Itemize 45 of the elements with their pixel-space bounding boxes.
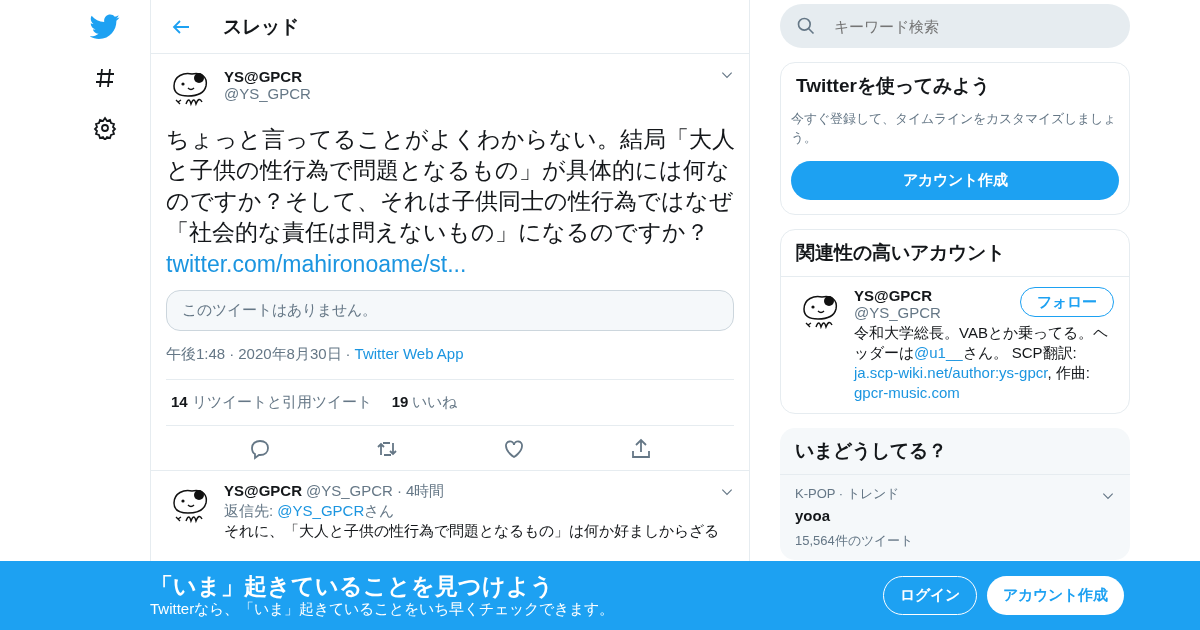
trend-name[interactable]: yooa [795, 507, 1115, 524]
tweet-text: それに、「大人と子供の性行為で問題となるもの」は何か好ましからざる [224, 522, 720, 541]
reply-suffix: さん [364, 502, 395, 519]
card-title: 関連性の高いアカウント [781, 230, 1129, 277]
bio-link[interactable]: @u1__ [914, 344, 963, 361]
trend-context: K-POP · トレンド [795, 485, 899, 503]
banner-subtitle: Twitterなら、「いま」起きていることをいち早くチェックできます。 [150, 600, 616, 619]
search-icon [796, 16, 816, 36]
sign-up-button[interactable]: アカウント作成 [987, 576, 1124, 615]
bio-link[interactable]: gpcr-music.com [854, 384, 960, 401]
user-handle[interactable]: @YS_GPCR [224, 85, 710, 102]
separator-dot: · [229, 345, 235, 364]
tweet-link[interactable]: twitter.com/mahironoame/st... [166, 248, 734, 280]
user-name[interactable]: YS@GPCR [854, 287, 941, 304]
separator-dot: · [345, 345, 351, 364]
separator-dot: · [396, 481, 402, 501]
search-field[interactable]: キーワード検索 [780, 4, 1130, 48]
card-title: いまどうしてる？ [780, 428, 1130, 475]
tweet-time[interactable]: 午後1:48 [166, 345, 226, 364]
tweet-text: ちょっと言ってることがよくわからない。結局「大人と子供の性行為で問題となるもの」が具体的には何なのですか？そして、それは子供同士の性行為ではなぜ「社会的な責任は問えないもの」になるのですか？ [166, 126, 736, 247]
hashtag-icon[interactable] [93, 66, 117, 90]
page-title: スレッド [223, 14, 299, 39]
follow-button[interactable]: フォロー [1020, 287, 1114, 317]
user-name[interactable]: YS@GPCR [224, 481, 302, 501]
user-handle[interactable]: @YS_GPCR [854, 304, 941, 321]
card-text: 今すぐ登録して、タイムラインをカスタマイズしましょう。 [790, 110, 1117, 147]
tweet-time[interactable]: 4時間 [405, 481, 445, 501]
user-handle[interactable]: @YS_GPCR [306, 481, 393, 501]
tweet-stat[interactable]: 19 いいね [391, 393, 458, 412]
tweet-stat[interactable]: 14 リツイートと引用ツイート [171, 393, 372, 412]
bird-logo-icon[interactable] [90, 14, 120, 40]
settings-icon[interactable] [93, 116, 117, 140]
reply-label: 返信先: [224, 502, 274, 519]
banner-title: 「いま」起きていることを見つけよう [150, 572, 555, 600]
tweet-date[interactable]: 2020年8月30日 [238, 345, 342, 364]
bio-link[interactable]: ja.scp-wiki.net/author:ys-gpcr [854, 364, 1048, 381]
trend-count: 15,564件のツイート [795, 532, 914, 550]
user-name[interactable]: YS@GPCR [224, 68, 710, 85]
tweet-source[interactable]: Twitter Web App [354, 345, 464, 364]
sign-up-button[interactable]: アカウント作成 [791, 161, 1119, 200]
quote-notice: このツイートはありません。 [166, 290, 734, 331]
search-input[interactable]: キーワード検索 [832, 16, 1096, 36]
card-title: Twitterを使ってみよう [795, 74, 991, 98]
account-bio: 令和大学総長。VABとか乗ってる。ヘッダーは@u1__さん。 SCP翻訳: ja.scp-wiki.net/author:ys-gpcr, 作曲: gpcr-music.com [854, 323, 1109, 403]
reply-mention-link[interactable]: @YS_GPCR [277, 502, 365, 519]
